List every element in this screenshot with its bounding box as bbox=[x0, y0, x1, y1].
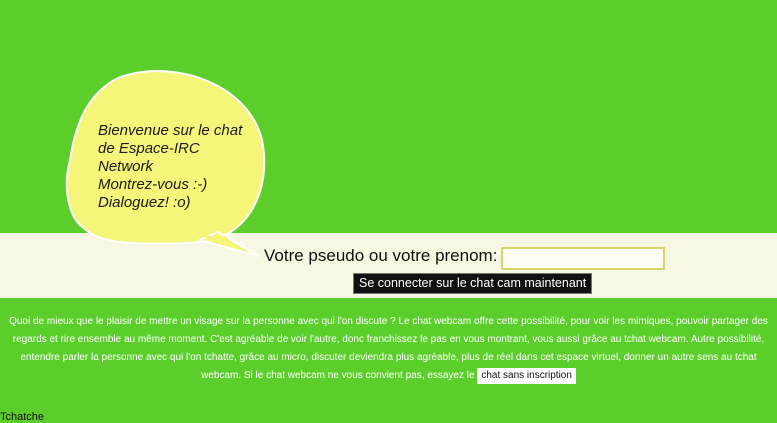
welcome-line: Network bbox=[98, 158, 154, 175]
description-line: entendre parler la personne avec qui l'o… bbox=[20, 352, 757, 363]
welcome-message: Bienvenue sur le chat de Espace-IRC Netw… bbox=[98, 122, 258, 212]
welcome-line: Montrez-vous :-) bbox=[98, 176, 208, 193]
description-line-prefix: webcam. Si le chat webcam ne vous convie… bbox=[201, 370, 475, 381]
chat-sans-inscription-link[interactable]: chat sans inscription bbox=[477, 368, 576, 384]
description-text: Quoi de mieux que le plaisir de mettre u… bbox=[0, 313, 777, 385]
speech-bubble: Bienvenue sur le chat de Espace-IRC Netw… bbox=[0, 0, 300, 270]
footer-text: Tchatche bbox=[0, 411, 45, 423]
description-line: regards et rire ensemble au même moment.… bbox=[12, 334, 765, 345]
connect-button[interactable]: Se connecter sur le chat cam maintenant bbox=[353, 273, 593, 294]
description-line: Quoi de mieux que le plaisir de mettre u… bbox=[9, 316, 768, 327]
welcome-line: de Espace-IRC bbox=[98, 140, 200, 157]
pseudo-label: Votre pseudo ou votre prenom: bbox=[264, 246, 498, 265]
welcome-line: Dialoguez! :o) bbox=[98, 194, 191, 211]
description-line-last: webcam. Si le chat webcam ne vous convie… bbox=[0, 367, 777, 385]
pseudo-input[interactable] bbox=[501, 247, 665, 270]
welcome-line: Bienvenue sur le chat bbox=[98, 122, 243, 139]
